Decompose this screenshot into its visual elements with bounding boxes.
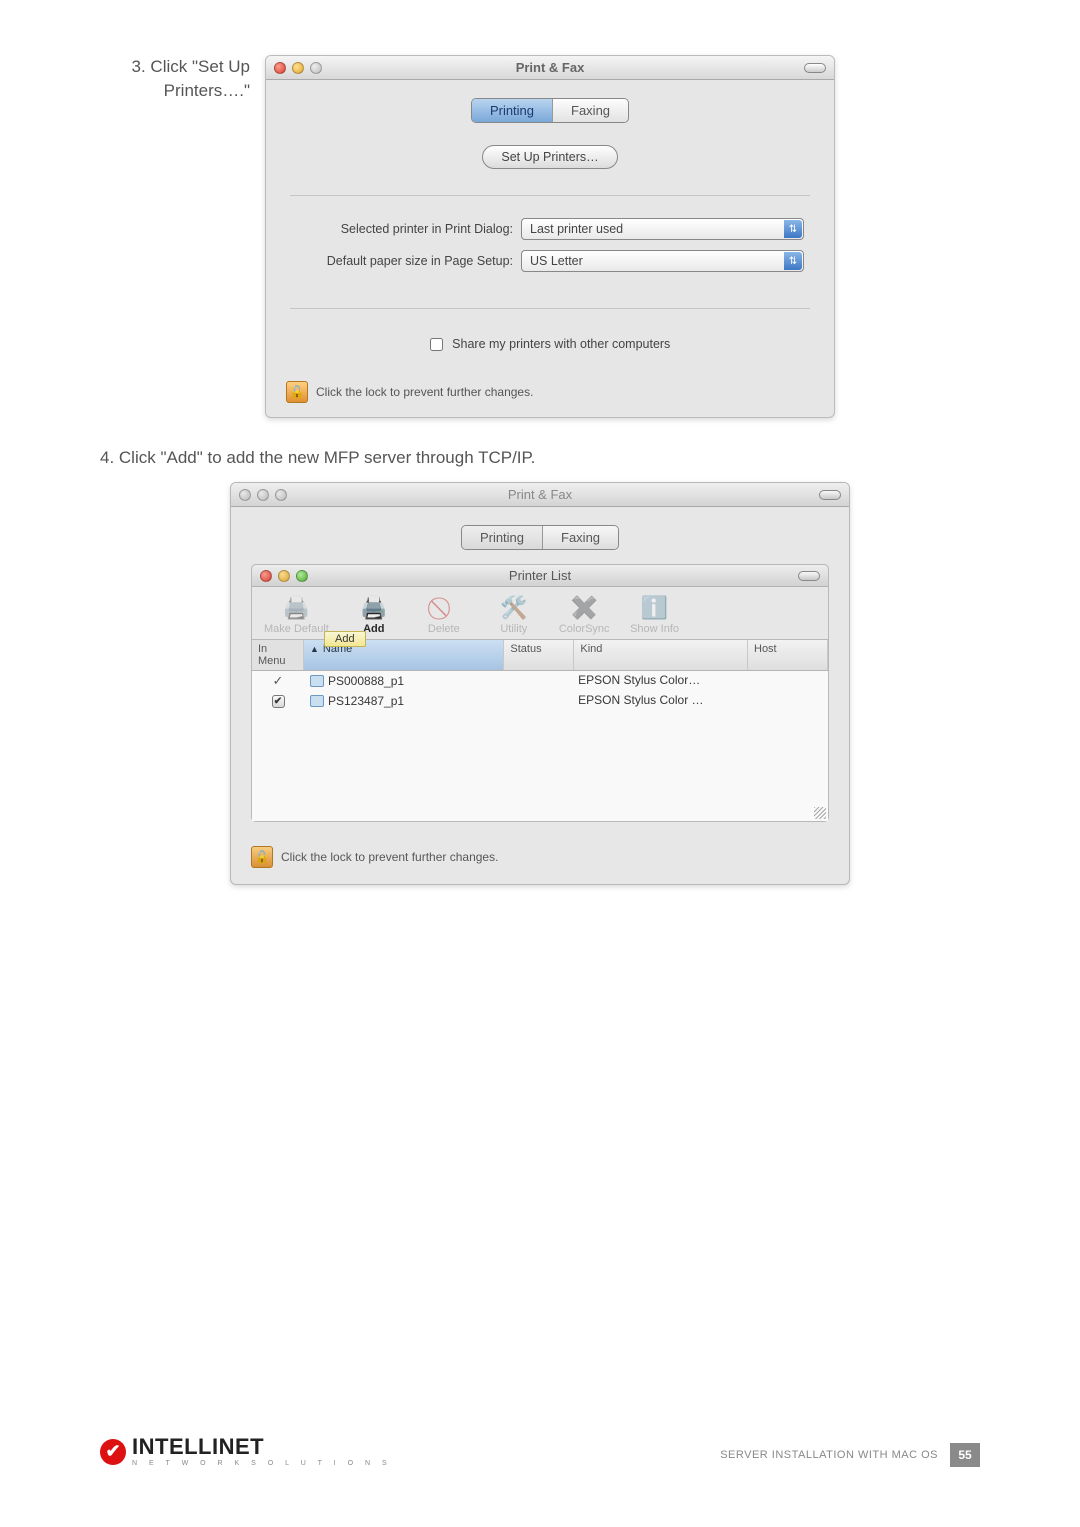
printer-icon xyxy=(310,675,324,687)
traffic-lights xyxy=(274,62,322,74)
paper-size-select[interactable]: US Letter ⇅ xyxy=(521,250,804,272)
traffic-lights xyxy=(239,489,287,501)
col-in-menu[interactable]: In Menu xyxy=(252,640,304,670)
toolbar-toggle-icon[interactable] xyxy=(819,490,841,500)
printer-icon xyxy=(310,695,324,707)
printer-list-toolbar: 🖨️ Make Default 🖨️ Add ⃠ Delete 🛠️ Utili… xyxy=(252,587,828,640)
colorsync-button: ✖️ ColorSync xyxy=(559,595,610,635)
add-printer-icon: 🖨️ xyxy=(359,595,389,621)
zoom-icon[interactable] xyxy=(296,570,308,582)
list-item[interactable]: ✓ PS000888_p1 EPSON Stylus Color… xyxy=(252,671,828,691)
lock-text: Click the lock to prevent further change… xyxy=(281,850,498,864)
add-tooltip: Add xyxy=(324,631,366,647)
print-fax-window-1: Print & Fax Printing Faxing Set Up Print… xyxy=(265,55,835,418)
in-menu-checkbox[interactable]: ✔ xyxy=(272,695,285,708)
step3-label: 3. Click "Set Up Printers…." xyxy=(100,55,250,418)
close-icon[interactable] xyxy=(274,62,286,74)
minimize-icon[interactable] xyxy=(257,489,269,501)
toolbar-toggle-icon[interactable] xyxy=(804,63,826,73)
close-icon[interactable] xyxy=(260,570,272,582)
printer-list-window: Printer List 🖨️ Make Default 🖨️ Add ⃠ De… xyxy=(251,564,829,822)
tab-faxing[interactable]: Faxing xyxy=(553,99,628,122)
utility-button: 🛠️ Utility xyxy=(489,595,539,635)
lock-text: Click the lock to prevent further change… xyxy=(316,385,533,399)
tab-faxing[interactable]: Faxing xyxy=(543,526,618,549)
col-host[interactable]: Host xyxy=(748,640,828,670)
page-footer: ✔ INTELLINET N E T W O R K S O L U T I O… xyxy=(100,1436,980,1467)
brand-tagline: N E T W O R K S O L U T I O N S xyxy=(132,1460,392,1467)
close-icon[interactable] xyxy=(239,489,251,501)
lock-icon[interactable]: 🔓 xyxy=(251,846,273,868)
printer-list-title: Printer List xyxy=(252,568,828,583)
col-kind[interactable]: Kind xyxy=(574,640,748,670)
toolbar-toggle-icon[interactable] xyxy=(798,571,820,581)
zoom-icon[interactable] xyxy=(310,62,322,74)
dropdown-arrow-icon: ⇅ xyxy=(784,252,802,270)
tab-bar: Printing Faxing xyxy=(461,525,619,550)
zoom-icon[interactable] xyxy=(275,489,287,501)
col-status[interactable]: Status xyxy=(504,640,574,670)
colorsync-icon: ✖️ xyxy=(569,595,599,621)
dropdown-arrow-icon: ⇅ xyxy=(784,220,802,238)
paper-size-label: Default paper size in Page Setup: xyxy=(296,254,521,268)
lock-icon[interactable]: 🔓 xyxy=(286,381,308,403)
selected-printer-label: Selected printer in Print Dialog: xyxy=(296,222,521,236)
in-menu-check[interactable]: ✓ xyxy=(273,673,284,688)
share-printers-checkbox[interactable] xyxy=(430,338,443,351)
add-printer-button[interactable]: 🖨️ Add xyxy=(349,595,399,635)
resize-handle-icon[interactable] xyxy=(814,807,826,819)
title-bar: Print & Fax xyxy=(231,483,849,507)
selected-printer-select[interactable]: Last printer used ⇅ xyxy=(521,218,804,240)
section-label: SERVER INSTALLATION WITH MAC OS xyxy=(720,1449,938,1461)
show-info-button: ℹ️ Show Info xyxy=(630,595,680,635)
tab-printing[interactable]: Printing xyxy=(472,99,553,122)
tab-bar: Printing Faxing xyxy=(471,98,629,123)
logo-mark-icon: ✔ xyxy=(100,1439,126,1465)
printer-icon: 🖨️ xyxy=(281,595,311,621)
print-fax-window-2: Print & Fax Printing Faxing Printer xyxy=(230,482,850,885)
minimize-icon[interactable] xyxy=(278,570,290,582)
printer-list-body: ✓ PS000888_p1 EPSON Stylus Color… ✔ PS12… xyxy=(252,671,828,821)
tab-printing[interactable]: Printing xyxy=(462,526,543,549)
window-title: Print & Fax xyxy=(266,60,834,75)
brand-logo: ✔ INTELLINET N E T W O R K S O L U T I O… xyxy=(100,1436,392,1467)
delete-icon: ⃠ xyxy=(429,595,459,621)
list-item[interactable]: ✔ PS123487_p1 EPSON Stylus Color … xyxy=(252,691,828,710)
brand-name: INTELLINET xyxy=(132,1436,392,1458)
make-default-button: 🖨️ Make Default xyxy=(264,595,329,635)
title-bar: Print & Fax xyxy=(266,56,834,80)
step4-label: 4. Click "Add" to add the new MFP server… xyxy=(100,448,980,468)
minimize-icon[interactable] xyxy=(292,62,304,74)
share-printers-label: Share my printers with other computers xyxy=(452,337,670,351)
window-title: Print & Fax xyxy=(231,487,849,502)
page-number: 55 xyxy=(950,1443,980,1467)
traffic-lights xyxy=(260,570,308,582)
info-icon: ℹ️ xyxy=(640,595,670,621)
set-up-printers-button[interactable]: Set Up Printers… xyxy=(482,145,617,169)
utility-icon: 🛠️ xyxy=(499,595,529,621)
delete-button: ⃠ Delete xyxy=(419,595,469,635)
